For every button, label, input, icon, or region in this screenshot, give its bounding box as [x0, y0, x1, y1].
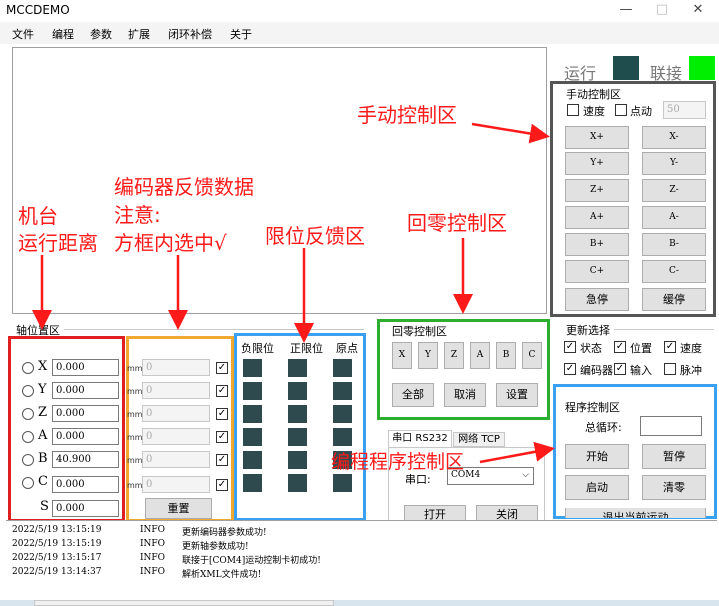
annotation-machine-line1: 机台 [18, 204, 58, 228]
annotation-encoder-line1: 编码器反馈数据 [114, 175, 254, 199]
annotation-program-zone: 编程程序控制区 [331, 451, 465, 473]
annotation-encoder-line2: 注意: [114, 203, 161, 227]
annotation-machine-line2: 运行距离 [18, 231, 98, 255]
annotation-limit-zone: 限位反馈区 [265, 224, 365, 248]
program-zone-arrow [479, 441, 555, 464]
annotation-homing-zone: 回零控制区 [407, 211, 507, 235]
annotation-arrows [32, 122, 555, 464]
annotation-encoder-line3: 方框内选中√ [114, 231, 227, 255]
manual-zone-arrow [471, 122, 550, 144]
annotation-manual-zone: 手动控制区 [357, 103, 457, 127]
